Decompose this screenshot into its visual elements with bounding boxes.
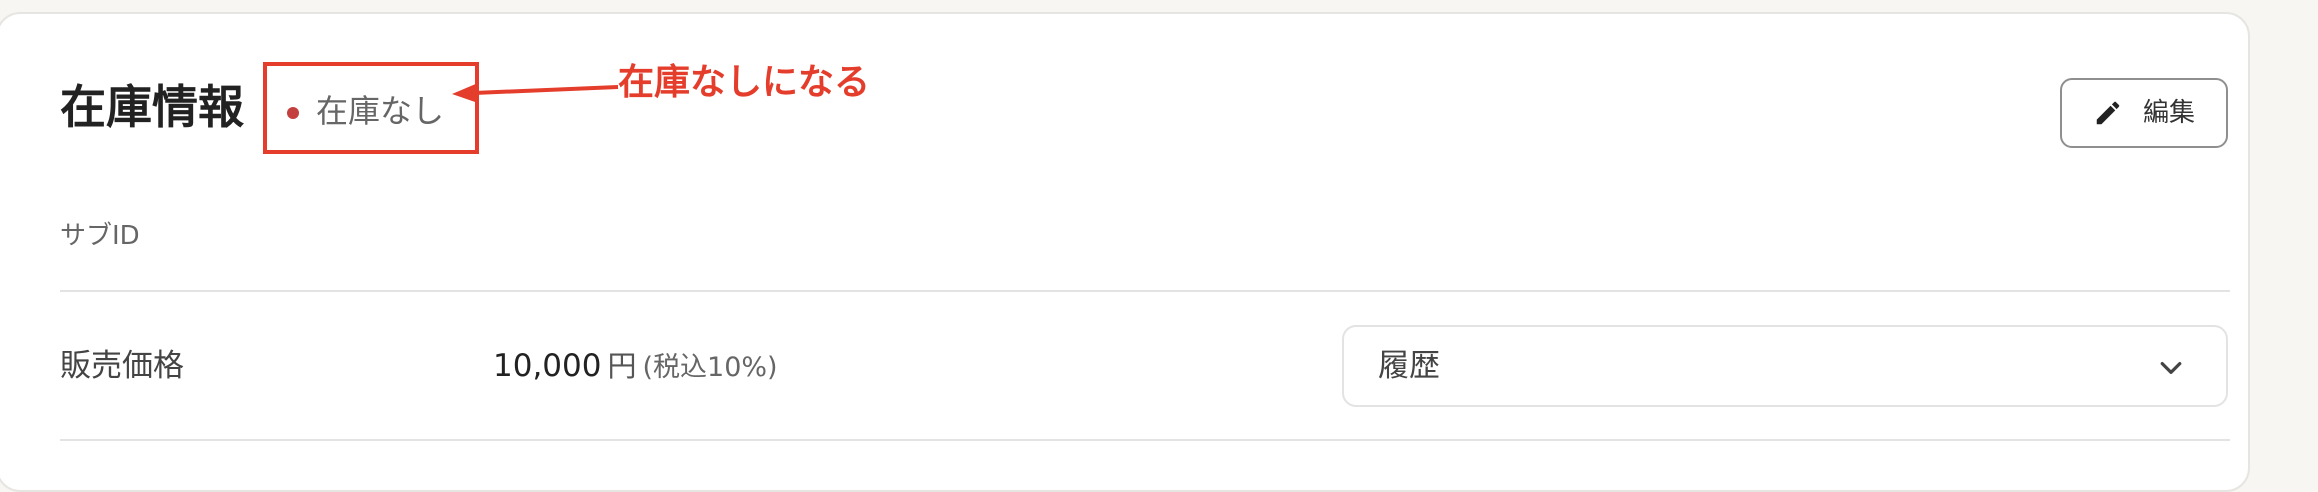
price-value-group: 10,000 円 (税込10%) (493, 351, 778, 382)
chevron-down-icon (2160, 362, 2182, 374)
status-dot (287, 107, 299, 119)
edit-button-label: 編集 (2142, 98, 2195, 128)
annotation-text: 在庫なしになる (618, 62, 871, 103)
price-tax-note: (税込10%) (642, 352, 778, 383)
history-dropdown[interactable]: 履歴 (1342, 325, 2228, 407)
edit-button[interactable]: 編集 (2060, 78, 2228, 148)
pencil-icon (2096, 101, 2120, 125)
subid-label: サブID (60, 221, 140, 251)
price-unit: 円 (607, 349, 637, 383)
divider (60, 439, 2230, 441)
divider (60, 290, 2230, 292)
price-value: 10,000 (493, 348, 602, 384)
annotation-arrow-icon (452, 83, 619, 103)
stock-status-label: 在庫なし (316, 92, 445, 130)
history-dropdown-label: 履歴 (1378, 348, 1440, 384)
price-label: 販売価格 (60, 348, 184, 384)
section-title: 在庫情報 (60, 80, 244, 134)
